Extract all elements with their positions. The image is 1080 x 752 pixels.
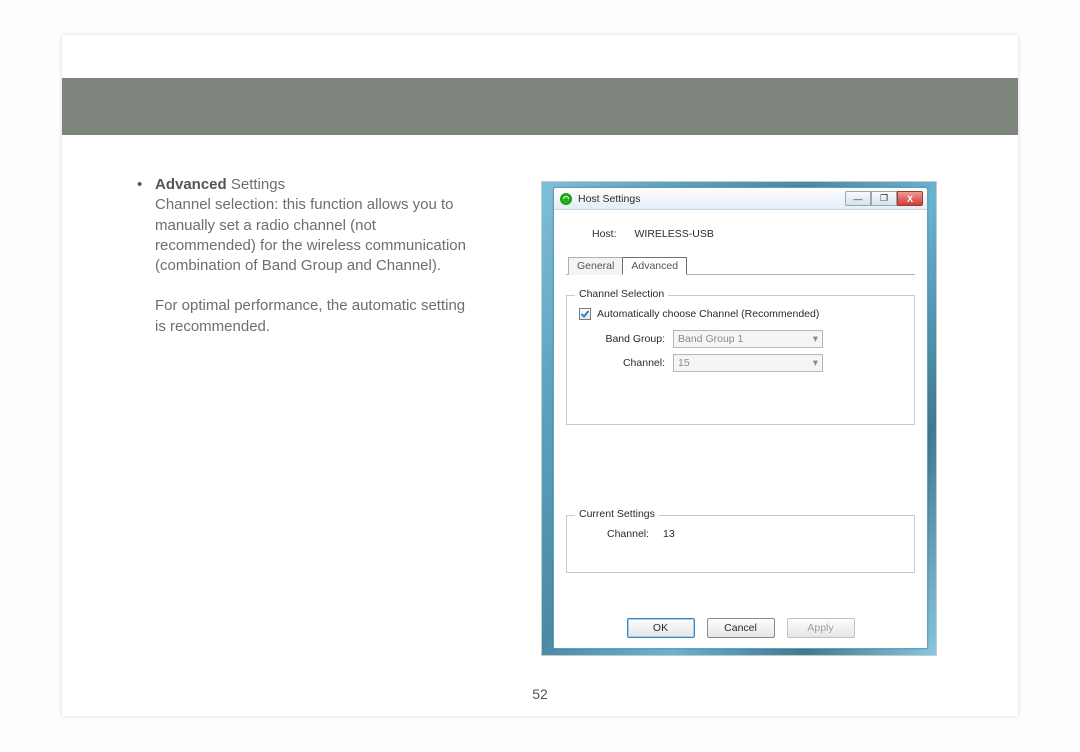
current-channel-value: 13 xyxy=(663,528,675,540)
tabs: General Advanced xyxy=(566,256,915,275)
group-channel-selection: Channel Selection Automatically choose C… xyxy=(566,295,915,425)
para1: Channel selection: this function allows … xyxy=(155,196,466,274)
bullet-item: • Advanced Settings Channel selection: t… xyxy=(137,175,477,276)
cancel-button[interactable]: Cancel xyxy=(707,618,775,638)
heading-advanced: Advanced Settings xyxy=(155,176,285,193)
channel-row: Channel: 15 ▾ xyxy=(595,354,904,372)
page-number: 52 xyxy=(62,686,1018,702)
bullet-dot: • xyxy=(137,175,155,276)
maximize-button[interactable]: ❐ xyxy=(871,191,897,206)
host-label: Host: xyxy=(592,228,617,240)
left-text-column: • Advanced Settings Channel selection: t… xyxy=(137,175,477,337)
tab-general[interactable]: General xyxy=(568,257,623,275)
host-value: WIRELESS-USB xyxy=(635,228,714,240)
channel-dropdown[interactable]: 15 ▾ xyxy=(673,354,823,372)
chevron-down-icon: ▾ xyxy=(813,357,818,369)
tab-content-advanced: Channel Selection Automatically choose C… xyxy=(566,275,915,573)
band-group-label: Band Group: xyxy=(595,333,665,345)
header-band xyxy=(62,78,1018,135)
button-bar: OK Cancel Apply xyxy=(554,618,927,638)
current-channel-label: Channel: xyxy=(607,528,649,540)
apply-button[interactable]: Apply xyxy=(787,618,855,638)
host-row: Host: WIRELESS-USB xyxy=(592,228,915,240)
bullet-body: Advanced Settings Channel selection: thi… xyxy=(155,175,477,276)
chevron-down-icon: ▾ xyxy=(813,333,818,345)
para2: For optimal performance, the automatic s… xyxy=(155,296,477,337)
current-channel-row: Channel: 13 xyxy=(607,528,904,540)
app-icon xyxy=(560,193,572,205)
tab-advanced[interactable]: Advanced xyxy=(622,257,687,275)
titlebar[interactable]: Host Settings — ❐ X xyxy=(554,188,927,210)
window-title: Host Settings xyxy=(578,193,640,205)
minimize-button[interactable]: — xyxy=(845,191,871,206)
document-page: • Advanced Settings Channel selection: t… xyxy=(62,35,1018,716)
auto-channel-row: Automatically choose Channel (Recommende… xyxy=(579,308,904,320)
band-group-dropdown[interactable]: Band Group 1 ▾ xyxy=(673,330,823,348)
close-button[interactable]: X xyxy=(897,191,923,206)
ok-button[interactable]: OK xyxy=(627,618,695,638)
host-settings-window: Host Settings — ❐ X Host: WIRELESS-USB G… xyxy=(553,187,928,649)
group-legend-channel: Channel Selection xyxy=(575,288,668,300)
channel-value: 15 xyxy=(678,357,690,369)
screenshot-panel: Host Settings — ❐ X Host: WIRELESS-USB G… xyxy=(541,181,937,656)
band-group-row: Band Group: Band Group 1 ▾ xyxy=(595,330,904,348)
channel-label: Channel: xyxy=(595,357,665,369)
group-legend-current: Current Settings xyxy=(575,508,659,520)
group-current-settings: Current Settings Channel: 13 xyxy=(566,515,915,573)
band-group-value: Band Group 1 xyxy=(678,333,743,345)
window-body: Host: WIRELESS-USB General Advanced Chan… xyxy=(554,228,927,573)
auto-channel-checkbox[interactable] xyxy=(579,308,591,320)
auto-channel-label: Automatically choose Channel (Recommende… xyxy=(597,308,819,320)
